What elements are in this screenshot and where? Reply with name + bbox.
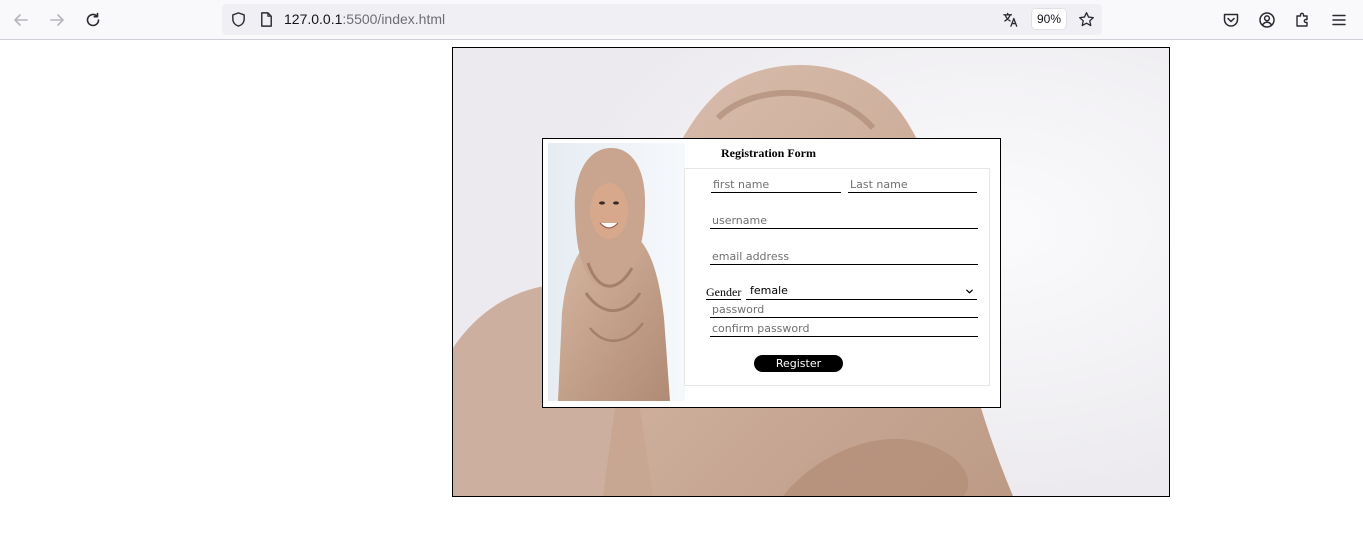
translate-icon <box>1002 12 1017 27</box>
hamburger-icon <box>1332 14 1346 26</box>
password-field[interactable] <box>710 302 978 318</box>
arrow-right-icon <box>50 14 64 26</box>
woman-photo <box>548 143 685 401</box>
gender-label: Gender <box>706 285 742 300</box>
app-menu-button[interactable] <box>1325 6 1353 34</box>
url-path: :5500/index.html <box>342 11 446 27</box>
extensions-button[interactable] <box>1289 6 1317 34</box>
bookmark-button[interactable] <box>1077 10 1095 28</box>
first-name-field[interactable] <box>711 177 841 193</box>
page-icon <box>260 11 272 27</box>
url-bar[interactable]: 127.0.0.1:5500/index.html 90% <box>222 4 1102 35</box>
form-panel: Gender female Register <box>684 168 990 386</box>
confirm-password-field[interactable] <box>710 321 978 337</box>
shield-icon <box>231 11 245 27</box>
profile-photo <box>548 143 685 401</box>
forward-button[interactable] <box>43 6 71 34</box>
username-field[interactable] <box>710 213 978 229</box>
translate-button[interactable] <box>1001 10 1019 28</box>
gender-selected-value: female <box>750 284 788 297</box>
registration-card: Registration Form Gender female Register <box>542 138 1001 408</box>
chevron-down-icon <box>966 289 973 294</box>
email-field[interactable] <box>710 249 978 265</box>
account-icon <box>1259 12 1275 28</box>
pocket-button[interactable] <box>1217 6 1245 34</box>
browser-toolbar: 127.0.0.1:5500/index.html 90% <box>0 0 1363 40</box>
form-title: Registration Form <box>721 146 816 160</box>
reload-icon <box>86 12 100 27</box>
back-button[interactable] <box>7 6 35 34</box>
puzzle-icon <box>1296 12 1308 27</box>
account-button[interactable] <box>1253 6 1281 34</box>
star-icon <box>1078 11 1094 26</box>
page-info-button[interactable] <box>257 10 275 28</box>
arrow-left-icon <box>14 14 28 26</box>
last-name-field[interactable] <box>848 177 977 193</box>
url-text[interactable]: 127.0.0.1:5500/index.html <box>284 11 445 27</box>
zoom-level-button[interactable]: 90% <box>1032 9 1066 29</box>
pocket-icon <box>1223 13 1239 27</box>
reload-button[interactable] <box>79 6 107 34</box>
gender-select[interactable]: female <box>746 284 977 300</box>
tracking-protection-button[interactable] <box>229 10 247 28</box>
url-host: 127.0.0.1 <box>284 11 343 27</box>
register-button[interactable]: Register <box>754 355 843 372</box>
